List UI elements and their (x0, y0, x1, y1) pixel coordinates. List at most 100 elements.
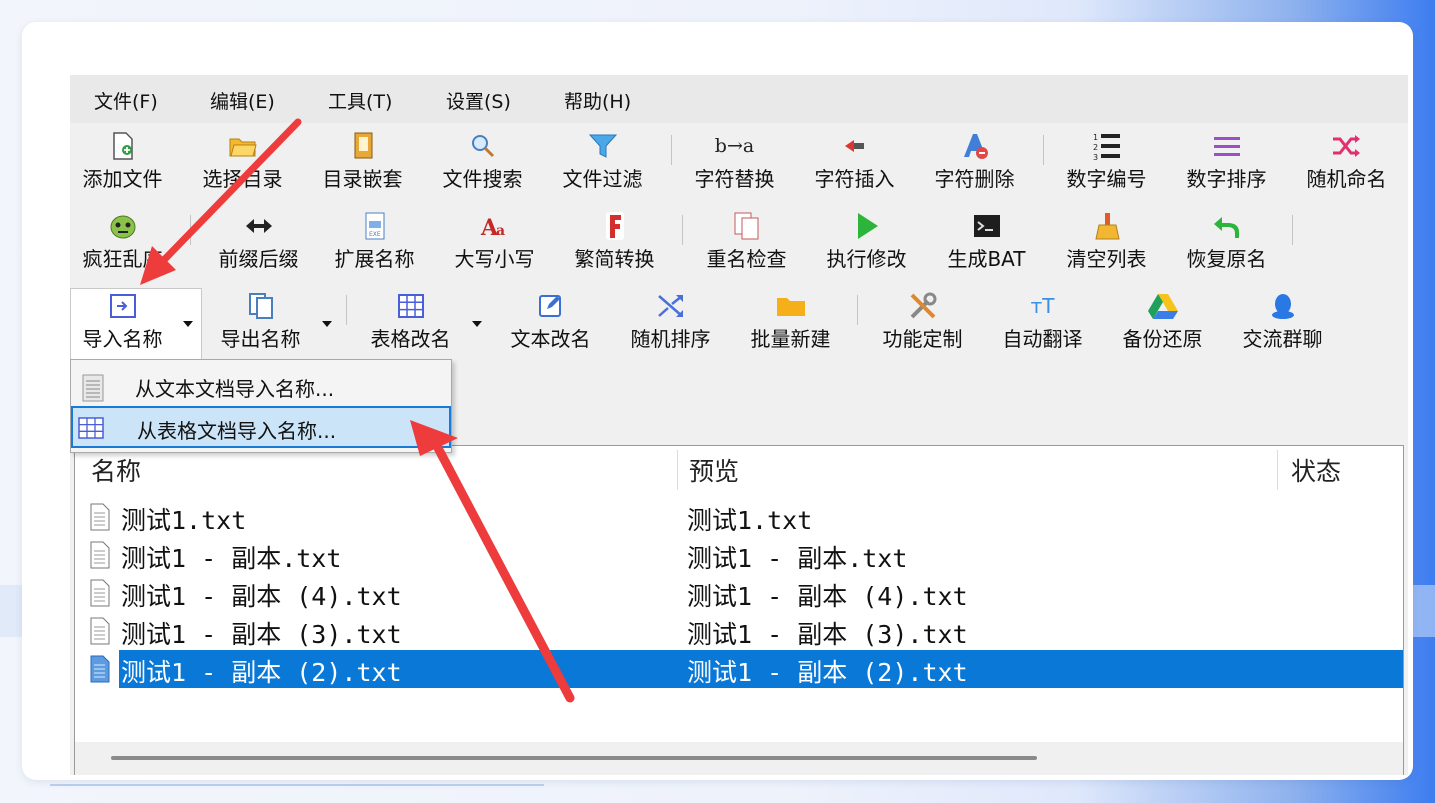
grid-icon (348, 289, 473, 323)
monster-icon (70, 209, 185, 243)
duplicate-check-button[interactable]: 重名检查 (684, 209, 809, 272)
extension-name-button[interactable]: EXE 扩展名称 (312, 209, 437, 272)
dir-nest-button[interactable]: 目录嵌套 (300, 129, 425, 192)
file-preview: 测试1 - 副本 (4).txt (687, 582, 968, 611)
prefix-suffix-button[interactable]: 前缀后缀 (196, 209, 321, 272)
letter-f-icon (552, 209, 677, 243)
table-row[interactable]: 测试1 - 副本.txt 测试1 - 副本.txt (75, 536, 1403, 574)
drive-icon (1100, 289, 1225, 323)
generate-bat-button[interactable]: 生成BAT (924, 209, 1049, 272)
column-header-preview[interactable]: 预览 (689, 452, 739, 488)
file-search-button[interactable]: 文件搜索 (420, 129, 545, 192)
table-row[interactable]: 测试1 - 副本 (4).txt 测试1 - 副本 (4).txt (75, 574, 1403, 612)
file-name: 测试1.txt (121, 506, 247, 535)
font-case-icon: Aa (432, 209, 557, 243)
column-header-name[interactable]: 名称 (91, 452, 141, 488)
number-sort-button[interactable]: 数字排序 (1164, 129, 1289, 192)
toolbar-separator (857, 295, 858, 325)
text-rename-label: 文本改名 (510, 327, 591, 351)
svg-text:2: 2 (1093, 143, 1098, 152)
select-dir-button[interactable]: 选择目录 (180, 129, 305, 192)
table-row-selected[interactable]: 测试1 - 副本 (2).txt 测试1 - 副本 (2).txt (75, 650, 1403, 688)
restore-name-button[interactable]: 恢复原名 (1164, 209, 1289, 272)
chat-group-button[interactable]: 交流群聊 (1220, 289, 1345, 352)
penguin-icon (1220, 289, 1345, 323)
menu-item-import-from-table[interactable]: 从表格文档导入名称... (71, 406, 451, 448)
random-arrows-icon (608, 289, 733, 323)
char-replace-button[interactable]: b→a 字符替换 (672, 129, 797, 192)
menu-item-import-from-text[interactable]: 从文本文档导入名称... (71, 364, 451, 406)
text-file-icon (89, 617, 111, 649)
duplicate-check-label: 重名检查 (706, 247, 787, 271)
import-dropdown-menu: 从文本文档导入名称... 从表格文档导入名称... (70, 359, 452, 453)
select-dir-label: 选择目录 (202, 167, 283, 191)
menu-settings[interactable]: 设置(S) (446, 87, 511, 114)
svg-text:1: 1 (1093, 133, 1098, 142)
chat-group-label: 交流群聊 (1242, 327, 1323, 351)
execute-label: 执行修改 (826, 247, 907, 271)
background-line (50, 784, 544, 786)
exe-file-icon: EXE (312, 209, 437, 243)
shuffle-icon (1284, 129, 1408, 163)
add-file-button[interactable]: 添加文件 (70, 129, 185, 192)
insert-pointer-icon (792, 129, 917, 163)
trad-simp-button[interactable]: 繁简转换 (552, 209, 677, 272)
column-header-status[interactable]: 状态 (1291, 452, 1341, 488)
column-divider[interactable] (1277, 450, 1278, 490)
play-icon (804, 209, 929, 243)
toolbar-separator (346, 295, 347, 325)
folder-icon (728, 289, 853, 323)
number-sort-label: 数字排序 (1186, 167, 1267, 191)
auto-translate-button[interactable]: ᴛT 自动翻译 (980, 289, 1105, 352)
table-rename-button[interactable]: 表格改名 (348, 289, 473, 352)
crazy-shuffle-button[interactable]: 疯狂乱序 (70, 209, 185, 272)
add-file-label: 添加文件 (82, 167, 163, 191)
char-replace-label: 字符替换 (694, 167, 775, 191)
table-row[interactable]: 测试1.txt 测试1.txt (75, 498, 1403, 536)
scrollbar-thumb[interactable] (111, 756, 1037, 760)
book-icon (300, 129, 425, 163)
char-delete-button[interactable]: 字符删除 (912, 129, 1037, 192)
horizontal-scrollbar[interactable] (75, 742, 1403, 775)
text-size-icon: ᴛT (980, 289, 1105, 323)
number-sequence-button[interactable]: 123 数字编号 (1044, 129, 1169, 192)
table-row[interactable]: 测试1 - 副本 (3).txt 测试1 - 副本 (3).txt (75, 612, 1403, 650)
crazy-shuffle-label: 疯狂乱序 (82, 247, 163, 271)
menu-edit[interactable]: 编辑(E) (210, 87, 275, 114)
chevron-down-icon[interactable] (322, 321, 332, 327)
text-rename-button[interactable]: 文本改名 (488, 289, 613, 352)
custom-function-button[interactable]: 功能定制 (860, 289, 985, 352)
char-insert-button[interactable]: 字符插入 (792, 129, 917, 192)
import-name-button[interactable]: 导入名称 (70, 289, 185, 352)
backup-restore-label: 备份还原 (1122, 327, 1203, 351)
random-name-label: 随机命名 (1306, 167, 1387, 191)
chevron-down-icon[interactable] (183, 321, 193, 327)
case-convert-button[interactable]: Aa 大写小写 (432, 209, 557, 272)
execute-button[interactable]: 执行修改 (804, 209, 929, 272)
menu-tools[interactable]: 工具(T) (328, 87, 392, 114)
numbered-list-icon: 123 (1044, 129, 1169, 163)
menu-help[interactable]: 帮助(H) (564, 87, 631, 114)
svg-text:3: 3 (1093, 153, 1098, 161)
file-name: 测试1 - 副本 (2).txt (121, 658, 402, 687)
tools-icon (860, 289, 985, 323)
clear-list-button[interactable]: 清空列表 (1044, 209, 1169, 272)
column-divider[interactable] (677, 450, 678, 490)
export-name-button[interactable]: 导出名称 (198, 289, 323, 352)
text-document-icon (81, 373, 105, 407)
random-name-button[interactable]: 随机命名 (1284, 129, 1408, 192)
file-list[interactable]: 名称 预览 状态 测试1.txt 测试1.txt 测试1 - 副本.txt 测试… (74, 445, 1404, 775)
undo-arrow-icon (1164, 209, 1289, 243)
file-filter-button[interactable]: 文件过滤 (540, 129, 665, 192)
batch-create-button[interactable]: 批量新建 (728, 289, 853, 352)
copy-files-icon (684, 209, 809, 243)
magnifier-icon (420, 129, 545, 163)
table-grid-icon (77, 416, 105, 444)
backup-restore-button[interactable]: 备份还原 (1100, 289, 1225, 352)
menu-file[interactable]: 文件(F) (94, 87, 158, 114)
chevron-down-icon[interactable] (472, 321, 482, 327)
prefix-suffix-label: 前缀后缀 (218, 247, 299, 271)
random-sort-button[interactable]: 随机排序 (608, 289, 733, 352)
replace-text-icon: b→a (672, 129, 797, 163)
file-filter-label: 文件过滤 (562, 167, 643, 191)
